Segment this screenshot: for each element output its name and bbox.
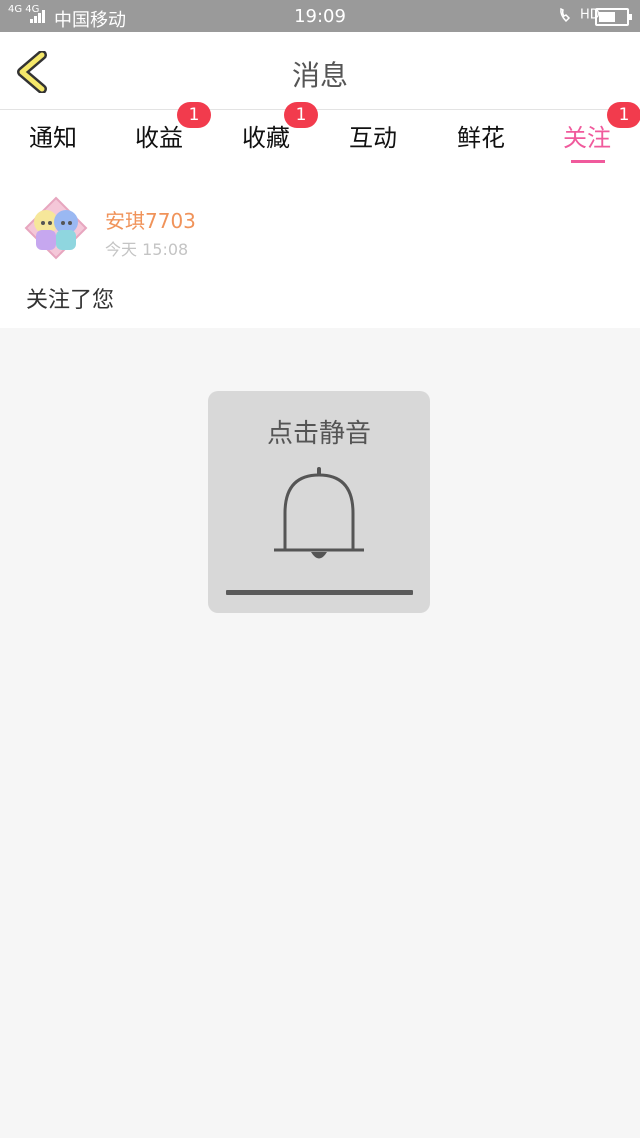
active-tab-indicator: [571, 160, 605, 163]
tab-badge: 1: [177, 102, 211, 128]
volume-bar: [226, 590, 413, 595]
tab-flowers[interactable]: 鲜花: [428, 110, 534, 172]
tab-label: 收藏: [242, 124, 290, 152]
tab-bar: 通知 收益 1 收藏 1 互动 鲜花 关注 1: [0, 102, 640, 172]
nav-bar: 消息: [0, 32, 640, 110]
tab-notifications[interactable]: 通知: [0, 110, 106, 172]
tab-badge: 1: [607, 102, 640, 128]
tab-interactions[interactable]: 互动: [320, 110, 426, 172]
message-time: 今天 15:08: [105, 240, 189, 259]
avatar[interactable]: [24, 196, 88, 260]
battery-icon: [595, 8, 632, 26]
tab-label: 通知: [29, 124, 77, 152]
tab-label: 收益: [135, 124, 183, 152]
status-time: 19:09: [294, 6, 346, 27]
page-title: 消息: [291, 59, 348, 92]
tab-label: 互动: [349, 124, 397, 152]
tab-earnings[interactable]: 收益 1: [106, 102, 212, 172]
tab-label: 关注: [563, 124, 611, 152]
mute-toggle-overlay[interactable]: 点击静音: [208, 391, 430, 613]
bell-icon: [274, 467, 364, 559]
mute-label: 点击静音: [266, 419, 371, 449]
tab-badge: 1: [284, 102, 318, 128]
username[interactable]: 安琪7703: [105, 205, 196, 234]
tab-following[interactable]: 关注 1: [534, 102, 640, 172]
status-bar: 4G 4G 中国移动 19:09 HD: [0, 0, 640, 32]
tab-favorites[interactable]: 收藏 1: [213, 102, 319, 172]
message-card[interactable]: 安琪7703 今天 15:08 关注了您: [0, 172, 640, 328]
tab-label: 鲜花: [457, 124, 505, 152]
message-text: 关注了您: [26, 288, 115, 313]
hd-call-icon: HD: [558, 6, 600, 24]
